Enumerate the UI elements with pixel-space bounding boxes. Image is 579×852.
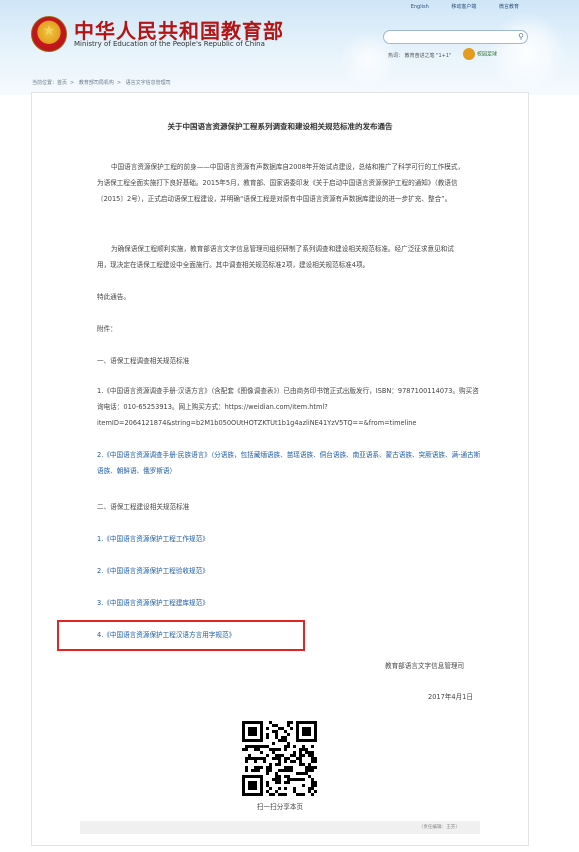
- attachment-label: 附件：: [97, 325, 117, 333]
- item-2-3-link[interactable]: 3.《中国语言资源保护工程建库规范》: [97, 597, 209, 607]
- site-title-english: Ministry of Education of the People's Re…: [74, 40, 265, 48]
- item-1-1[interactable]: 1.《中国语言资源调查手册·汉语方言》（含配套《图像调查表》）已由商务印书馆正式…: [97, 383, 482, 431]
- breadcrumb: 当前位置：首页 > 教育部司局机构 > 语言文字信息管理司: [32, 80, 171, 86]
- site-header: ★ 中华人民共和国教育部 Ministry of Education of th…: [0, 0, 579, 95]
- football-icon: [463, 48, 475, 60]
- paragraph-2: 为确保语保工程顺利实施，教育部语言文字信息管理司组织研制了系列调查和建设相关规范…: [97, 245, 454, 269]
- breadcrumb-home[interactable]: 当前位置：首页: [32, 80, 67, 86]
- breadcrumb-language-dept[interactable]: 语言文字信息管理司: [126, 80, 171, 86]
- link-weiyan[interactable]: 微言教育: [499, 4, 519, 10]
- campus-football-link[interactable]: 校园足球: [463, 48, 497, 60]
- editor-credit: （责任编辑：王芬）: [418, 825, 460, 830]
- paragraph-1: 中国语言资源保护工程的前身——中国语言资源有声数据库自2008年开始试点建设，总…: [97, 163, 465, 203]
- article-title: 关于中国语言资源保护工程系列调查和建设相关规范标准的发布通告: [167, 122, 393, 131]
- section-1-heading: 一、语保工程调查相关规范标准: [97, 357, 190, 365]
- search-icon[interactable]: ⚲: [518, 32, 524, 42]
- item-1-2-link[interactable]: 2.《中国语言资源调查手册·民族语言》（分语族，包括藏缅语族、苗瑶语族、侗台语族…: [97, 447, 482, 479]
- section-2-heading: 二、语保工程建设相关规范标准: [97, 503, 190, 511]
- publish-date: 2017年4月1日: [428, 693, 473, 701]
- item-2-2-link[interactable]: 2.《中国语言资源保护工程验收规范》: [97, 565, 209, 575]
- qr-caption: 扫一扫分享本页: [256, 803, 304, 811]
- editor-bar: （责任编辑：王芬）: [80, 821, 480, 834]
- top-links: English 移动客户端 微言教育: [390, 3, 519, 10]
- search-input[interactable]: ⚲: [383, 30, 528, 44]
- hot-words[interactable]: 热词： 教育奋进之笔 "1+1": [388, 52, 451, 59]
- breadcrumb-departments[interactable]: 教育部司局机构: [79, 80, 114, 86]
- item-2-1-link[interactable]: 1.《中国语言资源保护工程工作规范》: [97, 533, 209, 543]
- notice-text: 特此通告。: [97, 293, 130, 301]
- highlight-box: [57, 620, 305, 651]
- national-emblem-icon[interactable]: ★: [31, 16, 67, 52]
- qr-code: [242, 721, 317, 796]
- link-english[interactable]: English: [411, 4, 429, 10]
- link-mobile-client[interactable]: 移动客户端: [451, 4, 476, 10]
- signature: 教育部语言文字信息管理司: [385, 662, 465, 670]
- dandelion-decoration: [487, 12, 567, 92]
